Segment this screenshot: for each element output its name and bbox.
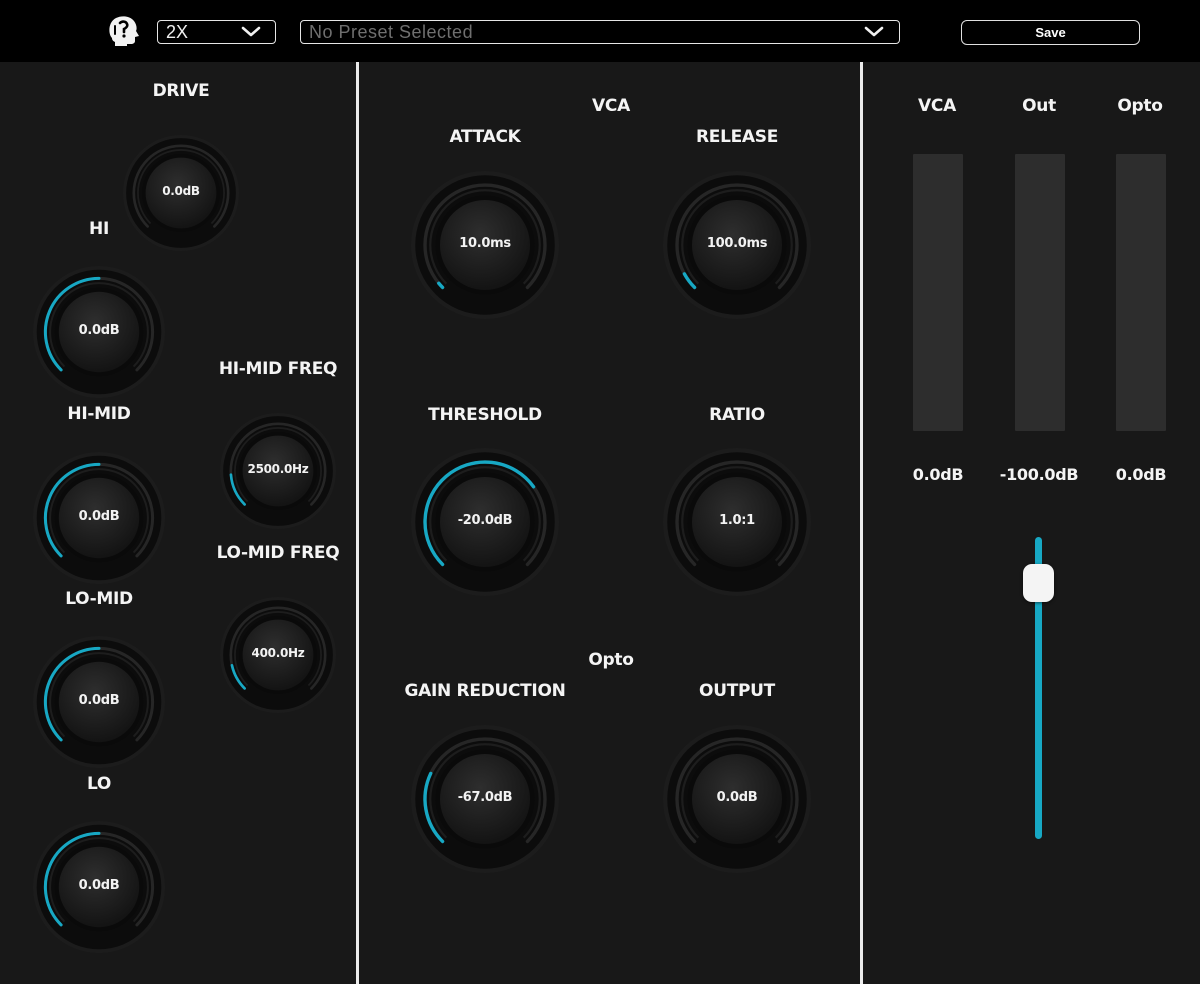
opto-meter [1116,154,1166,431]
chevron-down-icon [241,26,261,37]
chevron-down-icon [864,26,884,37]
lo-mid-label: LO-MID [65,589,133,609]
head-profile-icon [109,16,139,46]
knob-value: 2500.0Hz [247,462,309,476]
drive-knob[interactable]: 0.0dB [122,134,240,252]
gain-reduction-label: GAIN REDUCTION [404,681,566,701]
opto-meter-value: 0.0dB [1115,465,1167,484]
drive-label: DRIVE [152,81,210,101]
lo-mid-freq-knob[interactable]: 400.0Hz [219,596,337,714]
save-button[interactable]: Save [961,20,1140,45]
knob-value: -20.0dB [457,513,513,528]
knob-value: 0.0dB [716,790,758,805]
hi-mid-freq-label: HI-MID FREQ [218,359,338,379]
opto-meter-label: Opto [1117,96,1163,116]
hi-knob[interactable]: 0.0dB [32,265,166,399]
attack-label: ATTACK [449,127,521,147]
lo-mid-knob[interactable]: 0.0dB [32,635,166,769]
knob-value: 10.0ms [459,236,511,251]
hi-mid-label: HI-MID [67,404,131,424]
toolbar: 2X No Preset Selected Save [0,0,1200,62]
out-meter [1015,154,1065,431]
knob-value: -67.0dB [457,790,513,805]
oversample-value: 2X [166,22,189,42]
knob-value: 0.0dB [78,323,120,338]
vca-meter-label: VCA [918,96,956,116]
gain-reduction-knob[interactable]: -67.0dB [410,724,560,874]
lo-label: LO [86,774,112,794]
vca-meter-value: 0.0dB [912,465,964,484]
vca-meter [913,154,963,431]
threshold-label: THRESHOLD [428,405,542,425]
out-meter-label: Out [1022,96,1056,116]
knob-value: 0.0dB [78,693,120,708]
hi-mid-freq-knob[interactable]: 2500.0Hz [219,412,337,530]
lo-mid-freq-label: LO-MID FREQ [216,543,340,563]
vca-section-label: VCA [592,96,630,116]
release-knob[interactable]: 100.0ms [662,170,812,320]
oversample-select[interactable]: 2X [157,20,276,44]
knob-value: 400.0Hz [251,646,305,660]
hi-label: HI [89,219,109,239]
ratio-label: RATIO [709,405,765,425]
preset-value: No Preset Selected [309,22,474,42]
knob-value: 0.0dB [78,509,120,524]
preset-select[interactable]: No Preset Selected [300,20,900,44]
panel-divider [860,62,863,984]
output-label: OUTPUT [699,681,775,701]
panel-divider [356,62,359,984]
ratio-knob[interactable]: 1.0:1 [662,447,812,597]
opto-section-label: Opto [588,650,634,670]
threshold-knob[interactable]: -20.0dB [410,447,560,597]
knob-value: 0.0dB [78,878,120,893]
release-label: RELEASE [695,127,779,147]
plugin-window: 2X No Preset Selected Save DRIVE HI HI-M… [0,0,1200,984]
lo-knob[interactable]: 0.0dB [32,820,166,954]
hi-mid-knob[interactable]: 0.0dB [32,451,166,585]
output-knob[interactable]: 0.0dB [662,724,812,874]
output-fader-thumb[interactable] [1023,564,1054,602]
out-meter-value: -100.0dB [999,465,1079,484]
knob-value: 0.0dB [162,184,200,198]
knob-value: 100.0ms [706,236,768,251]
knob-value: 1.0:1 [719,513,755,528]
attack-knob[interactable]: 10.0ms [410,170,560,320]
